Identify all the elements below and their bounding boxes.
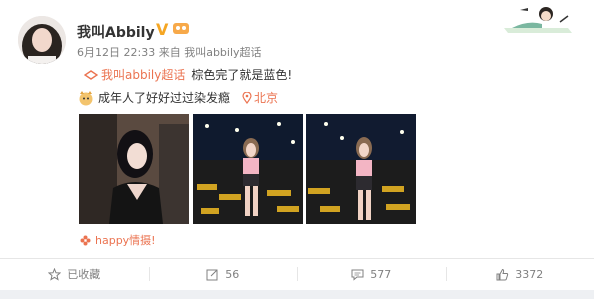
weibo-post-card: 我叫Abbily V 6月12日 22:33 来自 我叫abbily超话 我叫a… <box>0 0 594 299</box>
comment-count: 577 <box>370 267 392 281</box>
photo-tag-link[interactable]: happy情摄! <box>80 232 156 248</box>
post-photo-3[interactable] <box>306 114 416 224</box>
repost-icon <box>206 269 218 280</box>
post-text-1: 棕色完了就是蓝色! <box>191 68 293 82</box>
post-photo-2[interactable] <box>193 114 303 224</box>
like-count: 3372 <box>515 267 544 281</box>
star-icon <box>48 267 62 281</box>
username[interactable]: 我叫Abbily <box>77 22 155 42</box>
thumbs-up-icon <box>496 268 509 280</box>
feed-background-strip <box>0 290 594 299</box>
post-text-2: 成年人了好好过过染发瘾 <box>98 91 231 105</box>
member-crown-icon[interactable] <box>172 20 190 39</box>
post-text-line-1: 我叫abbily超话 棕色完了就是蓝色! <box>84 66 292 83</box>
super-topic-icon <box>84 69 98 80</box>
topic-link[interactable]: 我叫abbily超话 <box>84 66 185 83</box>
comment-icon <box>351 269 364 281</box>
post-text-line-2: 成年人了好好过过染发瘾 北京 <box>78 89 278 106</box>
post-photo-1[interactable] <box>79 114 189 224</box>
topic-label: 我叫abbily超话 <box>101 68 186 82</box>
verified-icon: V <box>156 20 169 39</box>
location-pin-icon <box>242 91 252 104</box>
sleeping-girl-decoration <box>498 2 576 36</box>
user-badges: V <box>156 20 190 39</box>
location-link[interactable]: 北京 <box>242 89 278 106</box>
repost-button[interactable]: 56 <box>148 259 298 289</box>
repost-count: 56 <box>225 267 240 281</box>
dog-emoji-icon <box>79 90 93 105</box>
flower-icon <box>80 235 91 245</box>
collect-label: 已收藏 <box>67 268 101 281</box>
post-meta: 6月12日 22:33 来自 我叫abbily超话 <box>77 44 262 60</box>
location-label: 北京 <box>254 91 279 105</box>
post-timestamp[interactable]: 6月12日 22:33 <box>77 46 155 59</box>
user-avatar[interactable] <box>18 16 66 64</box>
action-bar: 已收藏 56 577 3372 <box>0 259 594 289</box>
collect-button[interactable]: 已收藏 <box>0 259 149 289</box>
comment-button[interactable]: 577 <box>297 259 446 289</box>
post-source[interactable]: 我叫abbily超话 <box>184 46 261 59</box>
photo-tag-label: happy情摄! <box>95 234 156 247</box>
like-button[interactable]: 3372 <box>445 259 594 289</box>
source-prefix: 来自 <box>158 46 181 59</box>
